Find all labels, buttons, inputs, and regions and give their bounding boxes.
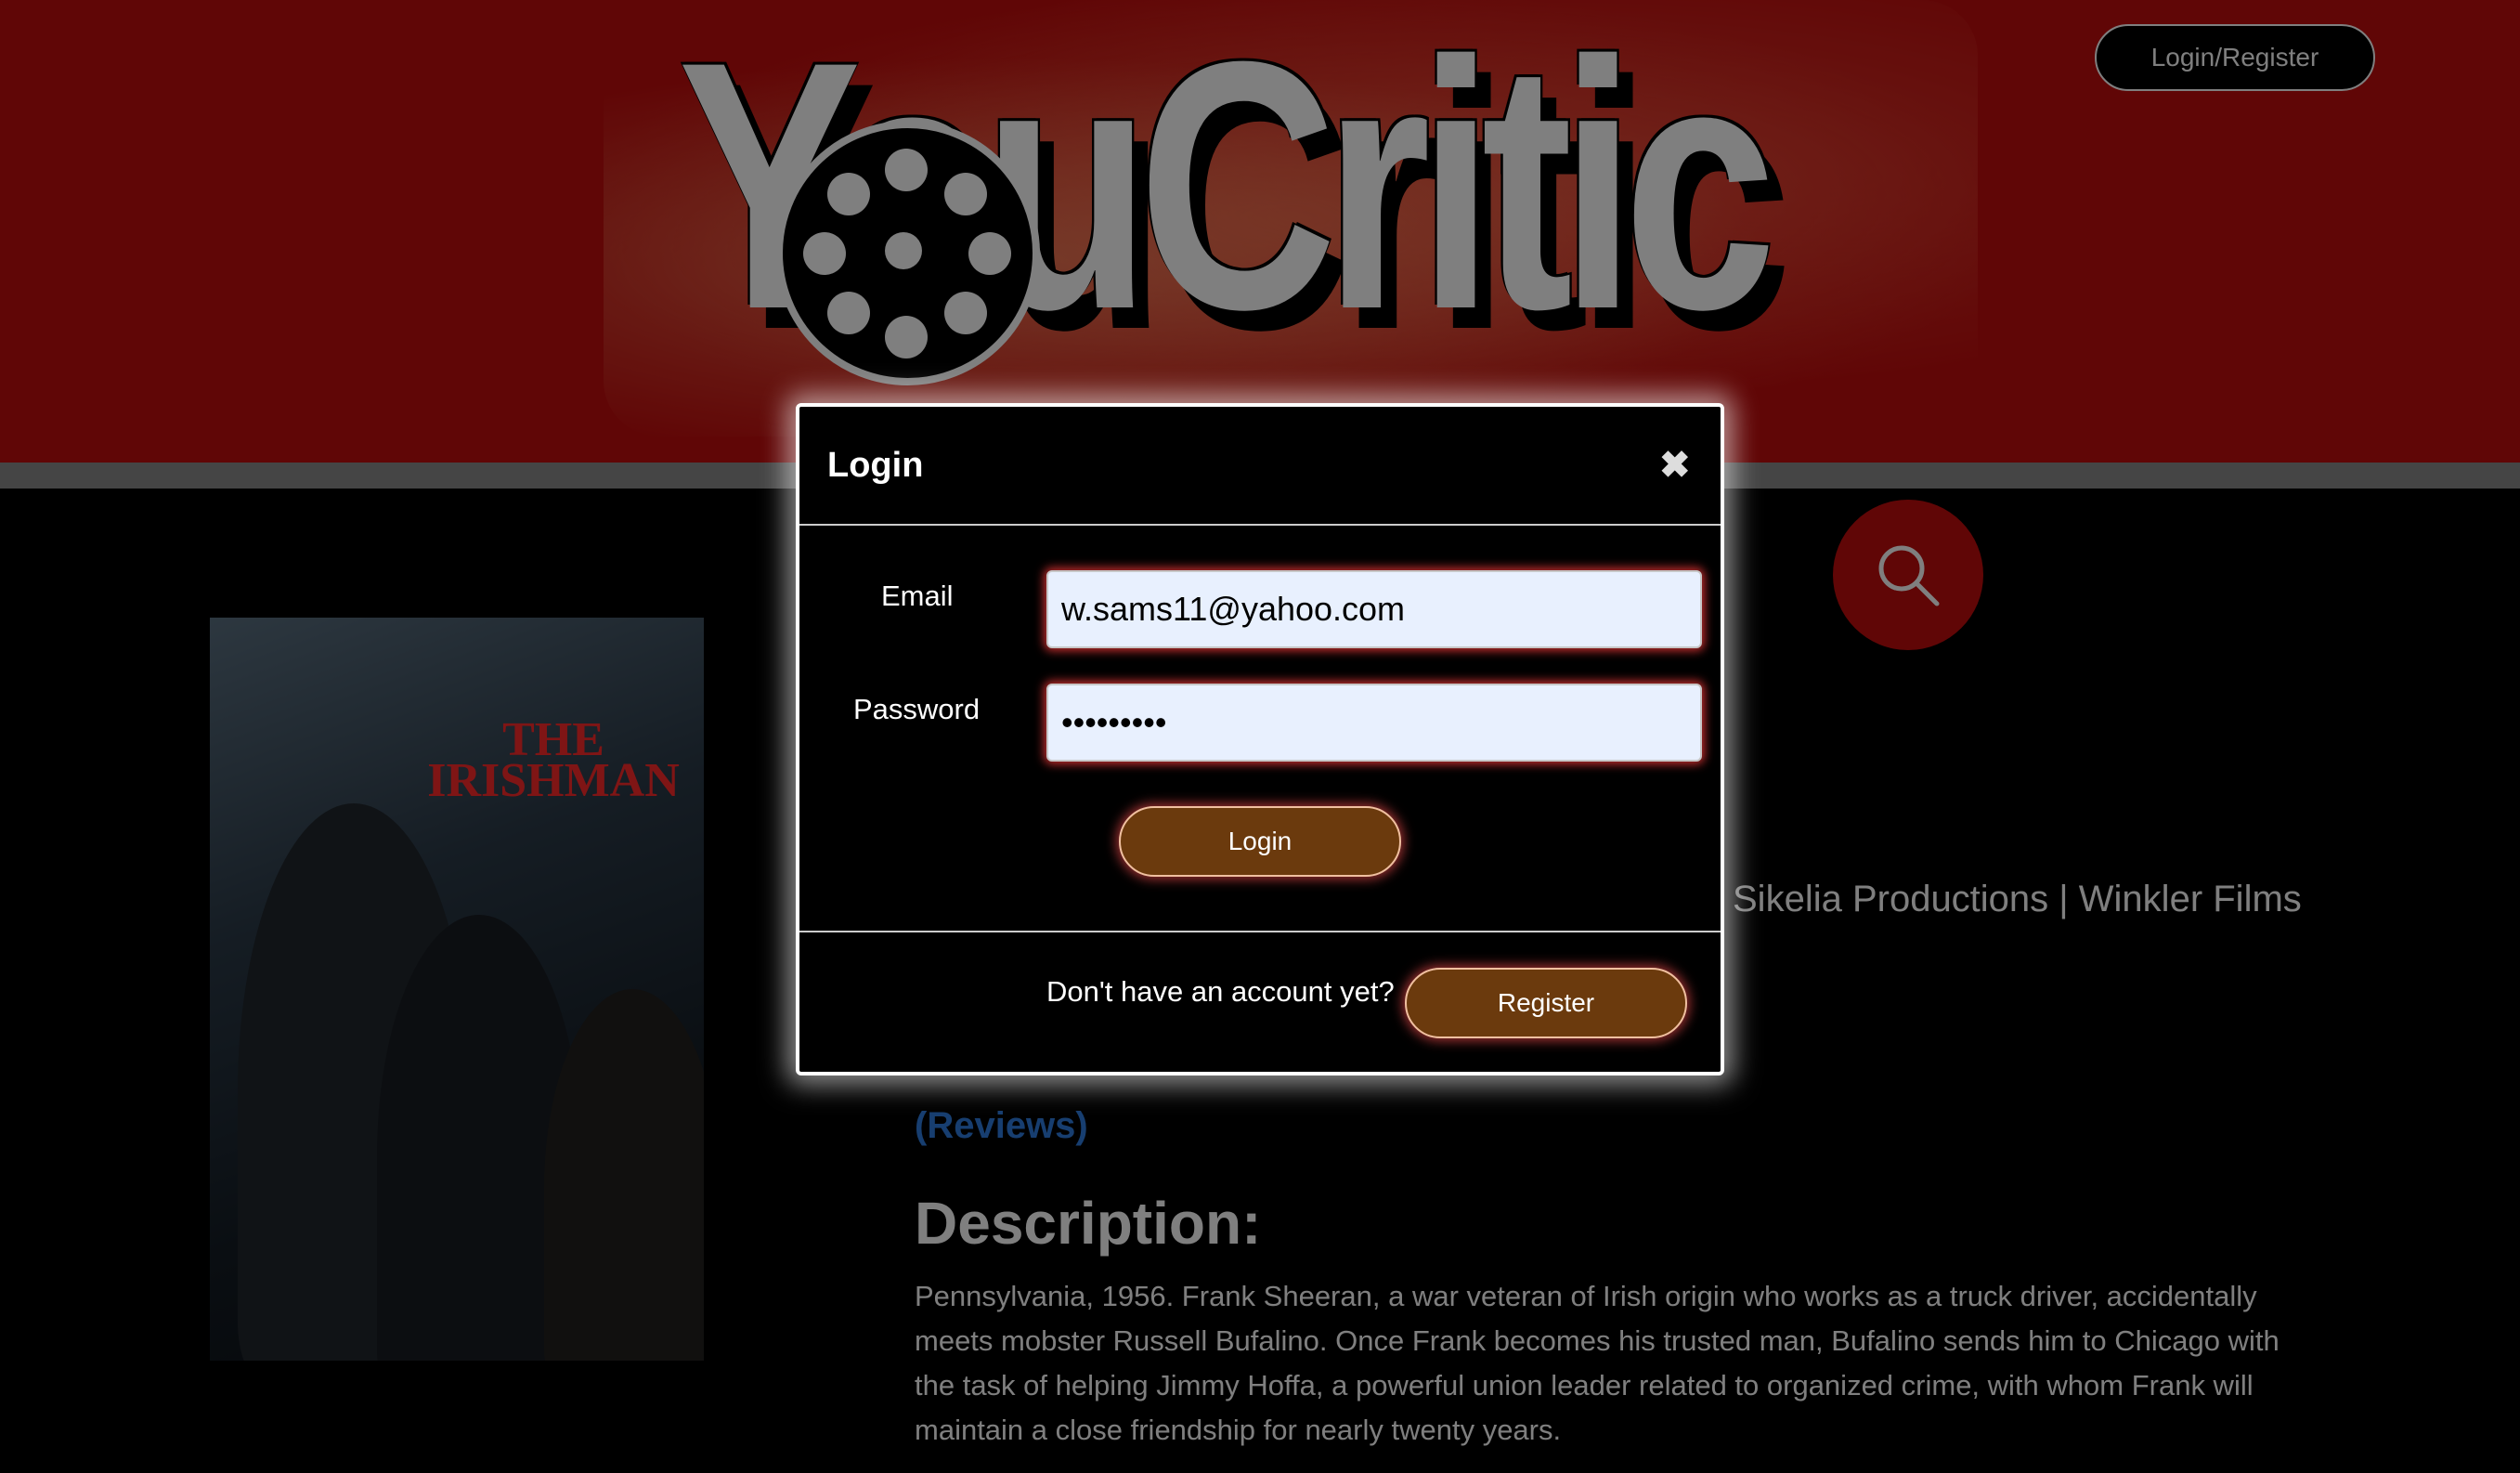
email-label: Email: [881, 580, 954, 612]
email-field[interactable]: [1046, 570, 1702, 648]
password-field[interactable]: [1046, 684, 1702, 762]
register-button[interactable]: Register: [1405, 968, 1687, 1038]
modal-footer-divider: [799, 931, 1721, 932]
close-icon[interactable]: ✖: [1659, 444, 1691, 487]
login-button[interactable]: Login: [1119, 806, 1401, 877]
modal-header: Login ✖: [799, 407, 1721, 526]
login-modal: Login ✖ Email Password Login Don't have …: [796, 403, 1724, 1075]
modal-title: Login: [827, 446, 924, 485]
no-account-text: Don't have an account yet?: [1046, 975, 1395, 1008]
password-label: Password: [853, 693, 981, 725]
